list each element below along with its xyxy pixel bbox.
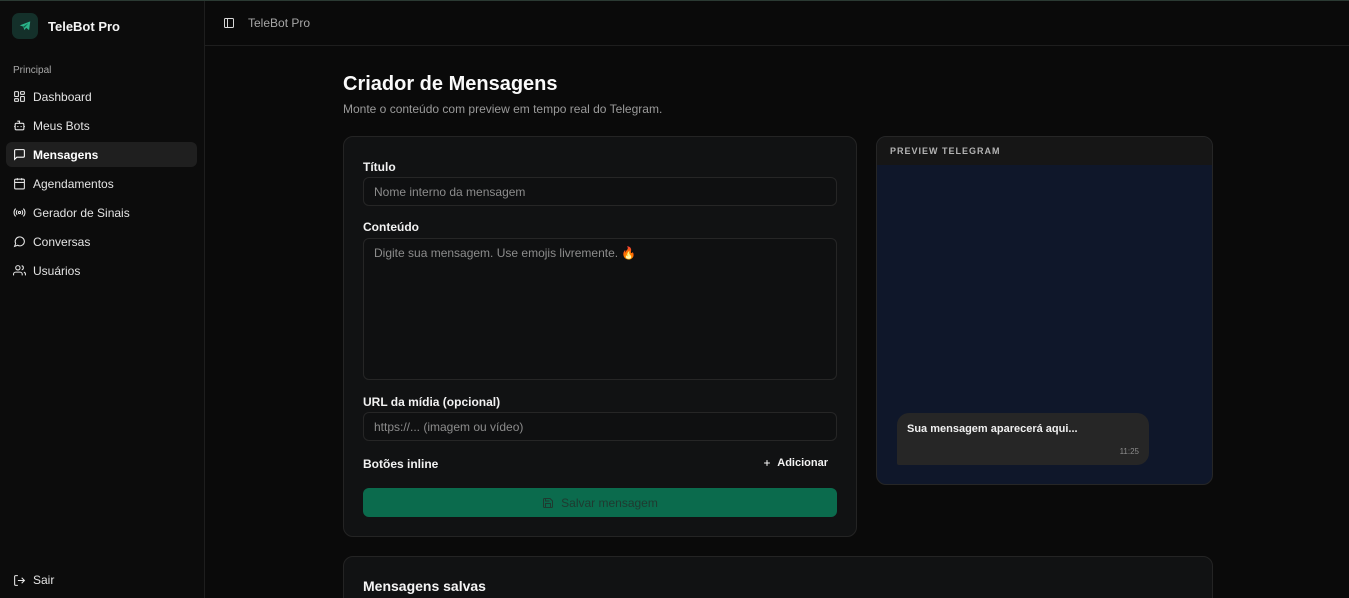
message-form-card: Título Conteúdo URL da mídia (opcional) … — [343, 136, 857, 537]
sidebar-item-mensagens[interactable]: Mensagens — [6, 142, 197, 167]
preview-header: PREVIEW TELEGRAM — [877, 137, 1212, 165]
sidebar-item-label: Dashboard — [33, 89, 92, 104]
sidebar-item-usuarios[interactable]: Usuários — [6, 258, 197, 283]
sidebar-item-label: Mensagens — [33, 147, 99, 162]
topbar-title: TeleBot Pro — [248, 16, 311, 30]
message-circle-icon — [13, 236, 25, 248]
title-input[interactable] — [363, 177, 837, 206]
calendar-icon — [14, 178, 25, 190]
content-textarea[interactable] — [363, 238, 837, 380]
media-url-input[interactable] — [363, 412, 837, 441]
logout-button[interactable]: Sair — [13, 573, 54, 587]
inline-buttons-label: Botões inline — [363, 457, 439, 471]
sidebar-toggle-icon[interactable] — [223, 17, 235, 29]
brand[interactable]: TeleBot Pro — [12, 13, 120, 39]
sidebar-item-meus-bots[interactable]: Meus Bots — [6, 113, 197, 138]
sidebar-item-dashboard[interactable]: Dashboard — [6, 84, 197, 109]
logout-icon — [14, 574, 26, 586]
radio-icon — [13, 208, 26, 217]
sidebar: TeleBot Pro Principal Dashboard Meus Bot… — [0, 1, 205, 598]
telegram-logo-icon — [12, 13, 38, 39]
sidebar-item-label: Gerador de Sinais — [33, 205, 130, 220]
add-inline-button[interactable]: Adicionar — [762, 457, 828, 469]
save-icon — [543, 497, 554, 508]
page-subtitle: Monte o conteúdo com preview em tempo re… — [343, 102, 663, 116]
sidebar-item-label: Agendamentos — [33, 176, 114, 191]
dashboard-icon — [14, 91, 25, 102]
page-title: Criador de Mensagens — [343, 73, 558, 95]
sidebar-item-label: Conversas — [33, 234, 91, 249]
sidebar-item-agendamentos[interactable]: Agendamentos — [6, 171, 197, 196]
topbar: TeleBot Pro — [205, 1, 1349, 46]
preview-message-bubble: Sua mensagem aparecerá aqui... 11:25 — [897, 413, 1149, 465]
save-label: Salvar mensagem — [561, 495, 658, 510]
sidebar-item-conversas[interactable]: Conversas — [6, 229, 197, 254]
sidebar-nav: Dashboard Meus Bots Mensagens Agendament… — [6, 84, 197, 287]
brand-name: TeleBot Pro — [48, 18, 120, 34]
media-url-label: URL da mídia (opcional) — [363, 395, 501, 409]
saved-messages-card: Mensagens salvas — [343, 556, 1213, 598]
content-label: Conteúdo — [363, 220, 419, 234]
bot-icon — [14, 120, 25, 131]
title-label: Título — [363, 160, 396, 174]
preview-message-text: Sua mensagem aparecerá aqui... — [907, 423, 1078, 435]
logout-label: Sair — [33, 573, 55, 587]
sidebar-item-gerador-de-sinais[interactable]: Gerador de Sinais — [6, 200, 197, 225]
save-message-button[interactable]: Salvar mensagem — [363, 488, 837, 517]
plus-icon — [764, 460, 771, 466]
telegram-preview: PREVIEW TELEGRAM Sua mensagem aparecerá … — [876, 136, 1213, 485]
preview-message-time: 11:25 — [1119, 447, 1139, 456]
message-square-icon — [14, 149, 25, 161]
add-label: Adicionar — [777, 457, 828, 469]
sidebar-item-label: Usuários — [33, 263, 81, 278]
users-icon — [13, 265, 26, 276]
sidebar-item-label: Meus Bots — [33, 118, 90, 133]
saved-messages-title: Mensagens salvas — [363, 578, 486, 594]
nav-section-label: Principal — [13, 65, 52, 76]
